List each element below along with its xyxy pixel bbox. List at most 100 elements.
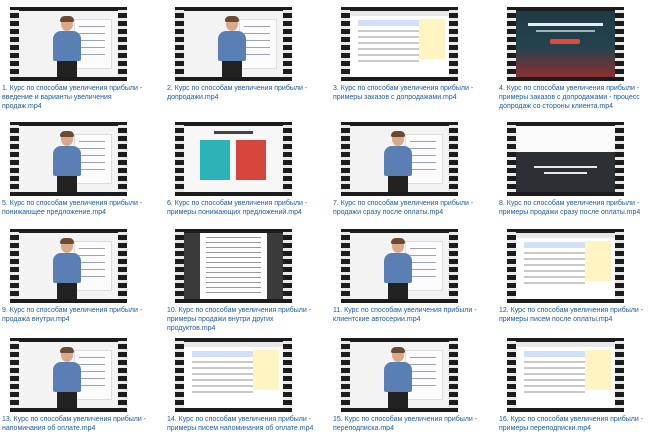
video-thumbnail[interactable] xyxy=(507,122,624,196)
film-perforation xyxy=(507,7,516,81)
film-perforation xyxy=(507,122,516,196)
presenter xyxy=(378,238,418,299)
video-file-item[interactable]: 9. Курс по способам увеличения прибыли -… xyxy=(0,222,155,332)
film-perforation xyxy=(118,338,127,412)
thumbnail-frame xyxy=(19,11,118,77)
film-perforation xyxy=(449,122,458,196)
video-file-item[interactable]: 14. Курс по способам увеличения прибыли … xyxy=(165,331,320,441)
video-thumbnail[interactable] xyxy=(10,229,127,303)
thumbnail-frame xyxy=(350,126,449,192)
video-thumbnail[interactable] xyxy=(341,122,458,196)
film-perforation xyxy=(341,229,350,303)
film-perforation xyxy=(10,7,19,81)
presenter xyxy=(378,347,418,408)
video-thumbnail[interactable] xyxy=(10,122,127,196)
thumbnail-frame xyxy=(516,11,615,77)
video-file-item[interactable]: 5. Курс по способам увеличения прибыли -… xyxy=(0,115,155,225)
video-file-item[interactable]: 6. Курс по способам увеличения прибыли -… xyxy=(165,115,320,225)
video-thumbnail[interactable] xyxy=(341,229,458,303)
film-perforation xyxy=(507,338,516,412)
file-grid: 1. Курс по способам увеличения прибыли -… xyxy=(0,0,653,440)
video-file-item[interactable]: 10. Курс по способам увеличения прибыли … xyxy=(165,222,320,332)
video-thumbnail[interactable] xyxy=(507,338,624,412)
file-name-label[interactable]: 5. Курс по способам увеличения прибыли -… xyxy=(2,199,150,217)
presenter xyxy=(47,238,87,299)
thumbnail-frame xyxy=(19,233,118,299)
file-name-label[interactable]: 13. Курс по способам увеличения прибыли … xyxy=(2,415,150,433)
thumbnail-frame xyxy=(184,342,283,408)
film-perforation xyxy=(283,122,292,196)
thumbnail-frame xyxy=(184,11,283,77)
file-name-label[interactable]: 9. Курс по способам увеличения прибыли -… xyxy=(2,306,150,324)
film-perforation xyxy=(615,122,624,196)
video-thumbnail[interactable] xyxy=(175,7,292,81)
video-file-item[interactable]: 16. Курс по способам увеличения прибыли … xyxy=(497,331,652,441)
video-file-item[interactable]: 7. Курс по способам увеличения прибыли -… xyxy=(331,115,486,225)
video-thumbnail[interactable] xyxy=(507,7,624,81)
file-name-label[interactable]: 4. Курс по способам увеличения прибыли -… xyxy=(499,84,647,111)
file-name-label[interactable]: 8. Курс по способам увеличения прибыли -… xyxy=(499,199,647,217)
screen-capture xyxy=(184,342,283,408)
thumbnail-frame xyxy=(19,126,118,192)
film-perforation xyxy=(10,229,19,303)
file-name-label[interactable]: 12. Курс по способам увеличения прибыли … xyxy=(499,306,647,324)
film-perforation xyxy=(449,338,458,412)
video-thumbnail[interactable] xyxy=(341,338,458,412)
file-name-label[interactable]: 3. Курс по способам увеличения прибыли -… xyxy=(333,84,481,102)
film-perforation xyxy=(118,122,127,196)
video-file-item[interactable]: 13. Курс по способам увеличения прибыли … xyxy=(0,331,155,441)
video-file-item[interactable]: 12. Курс по способам увеличения прибыли … xyxy=(497,222,652,332)
thumbnail-frame xyxy=(184,233,283,299)
video-file-item[interactable]: 11. Курс по способам увеличения прибыли … xyxy=(331,222,486,332)
file-name-label[interactable]: 7. Курс по способам увеличения прибыли -… xyxy=(333,199,481,217)
presenter xyxy=(212,16,252,77)
thumbnail-frame xyxy=(516,233,615,299)
film-perforation xyxy=(118,229,127,303)
film-perforation xyxy=(283,338,292,412)
thumbnail-frame xyxy=(350,233,449,299)
file-name-label[interactable]: 16. Курс по способам увеличения прибыли … xyxy=(499,415,647,433)
file-name-label[interactable]: 1. Курс по способам увеличения прибыли -… xyxy=(2,84,150,111)
offer-cards-capture xyxy=(184,126,283,192)
video-thumbnail[interactable] xyxy=(10,7,127,81)
film-perforation xyxy=(10,122,19,196)
film-perforation xyxy=(118,7,127,81)
video-thumbnail[interactable] xyxy=(341,7,458,81)
file-name-label[interactable]: 10. Курс по способам увеличения прибыли … xyxy=(167,306,315,333)
film-perforation xyxy=(175,229,184,303)
film-perforation xyxy=(341,338,350,412)
presenter xyxy=(47,347,87,408)
file-name-label[interactable]: 14. Курс по способам увеличения прибыли … xyxy=(167,415,315,433)
video-file-item[interactable]: 15. Курс по способам увеличения прибыли … xyxy=(331,331,486,441)
film-perforation xyxy=(615,338,624,412)
file-name-label[interactable]: 11. Курс по способам увеличения прибыли … xyxy=(333,306,481,324)
thumbnail-frame xyxy=(350,11,449,77)
screen-capture xyxy=(350,11,449,77)
thumbnail-frame xyxy=(516,342,615,408)
video-file-item[interactable]: 8. Курс по способам увеличения прибыли -… xyxy=(497,115,652,225)
video-thumbnail[interactable] xyxy=(175,229,292,303)
video-thumbnail[interactable] xyxy=(507,229,624,303)
landing-page-capture xyxy=(516,11,615,77)
video-thumbnail[interactable] xyxy=(10,338,127,412)
file-name-label[interactable]: 15. Курс по способам увеличения прибыли … xyxy=(333,415,481,433)
presenter xyxy=(47,131,87,192)
film-perforation xyxy=(615,7,624,81)
video-file-item[interactable]: 1. Курс по способам увеличения прибыли -… xyxy=(0,0,155,110)
thumbnail-frame xyxy=(350,342,449,408)
file-name-label[interactable]: 6. Курс по способам увеличения прибыли -… xyxy=(167,199,315,217)
video-thumbnail[interactable] xyxy=(175,338,292,412)
video-file-item[interactable]: 2. Курс по способам увеличения прибыли -… xyxy=(165,0,320,110)
presenter xyxy=(47,16,87,77)
film-perforation xyxy=(283,7,292,81)
film-perforation xyxy=(10,338,19,412)
film-perforation xyxy=(507,229,516,303)
film-perforation xyxy=(341,7,350,81)
file-name-label[interactable]: 2. Курс по способам увеличения прибыли -… xyxy=(167,84,315,102)
film-perforation xyxy=(615,229,624,303)
video-thumbnail[interactable] xyxy=(175,122,292,196)
video-file-item[interactable]: 4. Курс по способам увеличения прибыли -… xyxy=(497,0,652,110)
film-perforation xyxy=(283,229,292,303)
thumbnail-frame xyxy=(516,126,615,192)
video-file-item[interactable]: 3. Курс по способам увеличения прибыли -… xyxy=(331,0,486,110)
